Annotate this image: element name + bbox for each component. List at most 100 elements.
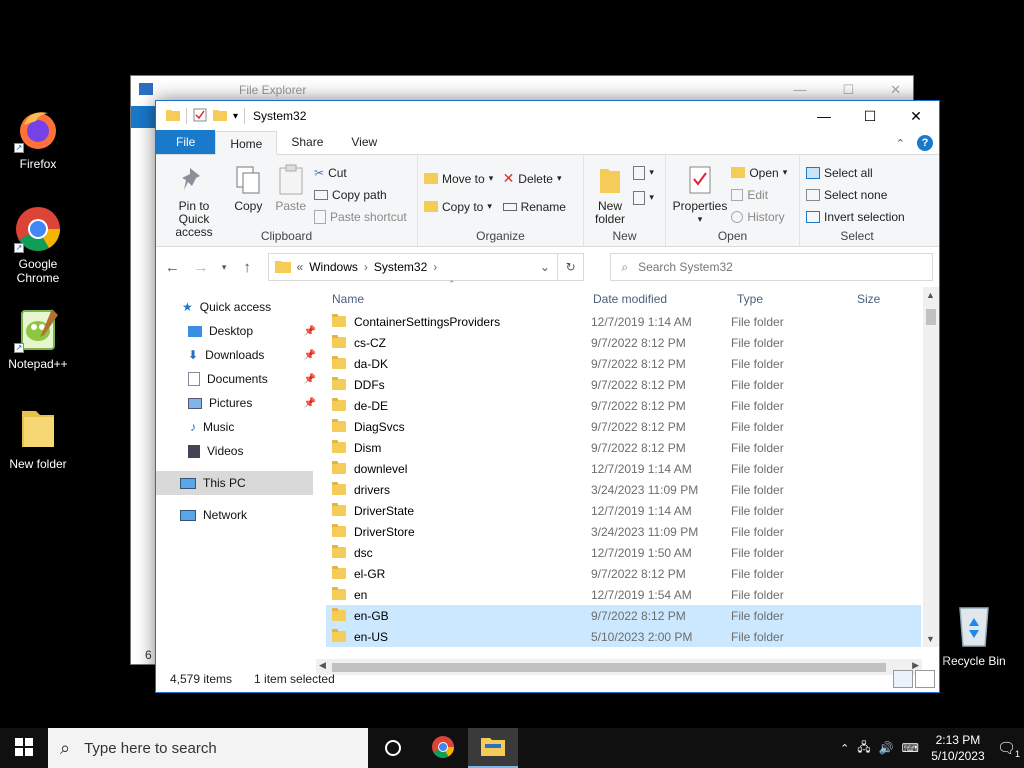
paste-shortcut-button[interactable]: Paste shortcut (314, 207, 407, 226)
nav-desktop[interactable]: Desktop 📌 (156, 319, 326, 343)
desktop-icon-firefox[interactable]: ↗ Firefox (2, 105, 74, 171)
new-folder-button[interactable]: New folder (590, 159, 630, 226)
address-overflow[interactable]: « (297, 260, 304, 274)
desktop-icon-chrome[interactable]: ↗ Google Chrome (2, 205, 74, 285)
file-row[interactable]: DriverState 12/7/2019 1:14 AM File folder (326, 500, 921, 521)
breadcrumb-separator-icon[interactable]: › (364, 260, 368, 274)
file-row[interactable]: cs-CZ 9/7/2022 8:12 PM File folder (326, 332, 921, 353)
desktop-icon-new-folder[interactable]: New folder (2, 405, 74, 471)
cortana-button[interactable] (368, 728, 418, 768)
select-all-button[interactable]: Select all (806, 163, 905, 182)
file-row[interactable]: Dism 9/7/2022 8:12 PM File folder (326, 437, 921, 458)
cut-button[interactable]: ✂ Cut (314, 163, 407, 182)
new-folder-qa-icon[interactable] (213, 108, 227, 125)
recent-locations-button[interactable]: ▾ (219, 262, 228, 273)
scrollbar-thumb[interactable] (926, 309, 936, 325)
maximize-icon[interactable]: ☐ (842, 82, 854, 98)
column-type[interactable]: Type (731, 292, 851, 306)
taskbar-search-input[interactable]: Type here to search (84, 740, 217, 757)
properties-check-icon[interactable] (193, 108, 207, 125)
tab-view[interactable]: View (337, 130, 391, 154)
show-hidden-icons-icon[interactable]: ⌃ (840, 742, 849, 755)
volume-icon[interactable]: 🔊 (879, 741, 894, 755)
close-button[interactable]: ✕ (893, 101, 939, 131)
back-button[interactable]: ← (162, 259, 183, 276)
file-row[interactable]: da-DK 9/7/2022 8:12 PM File folder (326, 353, 921, 374)
nav-music[interactable]: ♪ Music (156, 415, 326, 439)
network-status-icon[interactable]: 🖧 (857, 738, 870, 759)
up-button[interactable]: ↑ (237, 259, 258, 276)
properties-button[interactable]: Properties ▾ (672, 159, 728, 226)
taskbar-file-explorer[interactable] (468, 728, 518, 768)
rename-button[interactable]: Rename (502, 197, 566, 216)
maximize-button[interactable]: ☐ (847, 101, 893, 131)
nav-this-pc[interactable]: This PC (156, 471, 313, 495)
file-row[interactable]: en-GB 9/7/2022 8:12 PM File folder (326, 605, 921, 626)
explorer-window[interactable]: ▾ System32 — ☐ ✕ File Home Share View ⌃ … (155, 100, 940, 693)
file-row[interactable]: de-DE 9/7/2022 8:12 PM File folder (326, 395, 921, 416)
new-item-button[interactable]: ▾ (633, 163, 654, 182)
file-row[interactable]: en-US 5/10/2023 2:00 PM File folder (326, 626, 921, 647)
file-row[interactable]: el-GR 9/7/2022 8:12 PM File folder (326, 563, 921, 584)
collapse-ribbon-icon[interactable]: ⌃ (896, 137, 905, 150)
easy-access-button[interactable]: ▾ (633, 188, 654, 207)
taskbar-chrome[interactable] (418, 728, 468, 768)
history-button[interactable]: History (731, 207, 787, 226)
vertical-scrollbar[interactable]: ▲ ▼ (923, 287, 939, 647)
start-button[interactable] (0, 728, 48, 768)
select-none-button[interactable]: Select none (806, 185, 905, 204)
large-icons-view-icon[interactable] (915, 670, 935, 688)
address-bar[interactable]: « Windows › System32 › ⌄ (267, 253, 558, 281)
breadcrumb-separator-icon[interactable]: › (433, 260, 437, 274)
file-row[interactable]: DDFs 9/7/2022 8:12 PM File folder (326, 374, 921, 395)
file-row[interactable]: downlevel 12/7/2019 1:14 AM File folder (326, 458, 921, 479)
address-dropdown-icon[interactable]: ⌄ (533, 260, 557, 274)
column-name[interactable]: Name (326, 292, 587, 306)
nav-videos[interactable]: Videos (156, 439, 326, 463)
edit-button[interactable]: Edit (731, 185, 787, 204)
file-row[interactable]: dsc 12/7/2019 1:50 AM File folder (326, 542, 921, 563)
tab-home[interactable]: Home (215, 131, 278, 155)
help-icon[interactable]: ? (917, 135, 933, 151)
column-date-modified[interactable]: Date modified (587, 292, 731, 306)
nav-documents[interactable]: Documents 📌 (156, 367, 326, 391)
nav-quick-access[interactable]: ★ Quick access (156, 295, 326, 319)
file-row[interactable]: DiagSvcs 9/7/2022 8:12 PM File folder (326, 416, 921, 437)
file-row[interactable]: en 12/7/2019 1:54 AM File folder (326, 584, 921, 605)
customize-qa-icon[interactable]: ▾ (233, 111, 238, 122)
close-icon[interactable]: ✕ (890, 82, 901, 98)
delete-button[interactable]: ✕ Delete ▾ (503, 169, 566, 188)
keyboard-icon[interactable]: ⌨ (902, 741, 919, 755)
nav-downloads[interactable]: ⬇ Downloads 📌 (156, 343, 326, 367)
minimize-icon[interactable]: — (793, 82, 806, 98)
copy-path-button[interactable]: Copy path (314, 185, 407, 204)
taskbar-search-box[interactable]: ⌕ Type here to search (48, 728, 368, 768)
move-to-button[interactable]: Move to ▾ (424, 169, 493, 188)
clock[interactable]: 2:13 PM 5/10/2023 (927, 732, 989, 764)
scroll-down-icon[interactable]: ▼ (926, 634, 935, 644)
scroll-up-icon[interactable]: ▲ (926, 290, 935, 300)
paste-button[interactable]: Paste (271, 159, 311, 213)
column-size[interactable]: Size (851, 292, 880, 306)
copy-button[interactable]: Copy (229, 159, 267, 213)
file-row[interactable]: drivers 3/24/2023 11:09 PM File folder (326, 479, 921, 500)
tab-share[interactable]: Share (277, 130, 337, 154)
copy-to-button[interactable]: Copy to ▾ (424, 197, 493, 216)
file-row[interactable]: ContainerSettingsProviders 12/7/2019 1:14… (326, 311, 921, 332)
invert-selection-button[interactable]: Invert selection (806, 207, 905, 226)
desktop-icon-notepadpp[interactable]: ↗ Notepad++ (2, 305, 74, 371)
breadcrumb-system32[interactable]: System32 (374, 260, 427, 274)
search-input[interactable]: Search System32 (638, 260, 733, 274)
file-row[interactable]: DriverStore 3/24/2023 11:09 PM File folder (326, 521, 921, 542)
minimize-button[interactable]: — (801, 101, 847, 131)
notifications-icon[interactable]: 🗨 1 (997, 739, 1020, 759)
pin-quick-access-button[interactable]: Pin to Quick access (162, 159, 226, 239)
details-view-icon[interactable] (893, 670, 913, 688)
tab-file[interactable]: File (156, 130, 216, 154)
nav-pictures[interactable]: Pictures 📌 (156, 391, 326, 415)
breadcrumb-windows[interactable]: Windows (309, 260, 358, 274)
desktop-icon-recycle-bin[interactable]: Recycle Bin (938, 602, 1010, 668)
open-button[interactable]: Open ▾ (731, 163, 787, 182)
forward-button[interactable]: → (191, 259, 212, 276)
nav-network[interactable]: Network (156, 503, 326, 527)
